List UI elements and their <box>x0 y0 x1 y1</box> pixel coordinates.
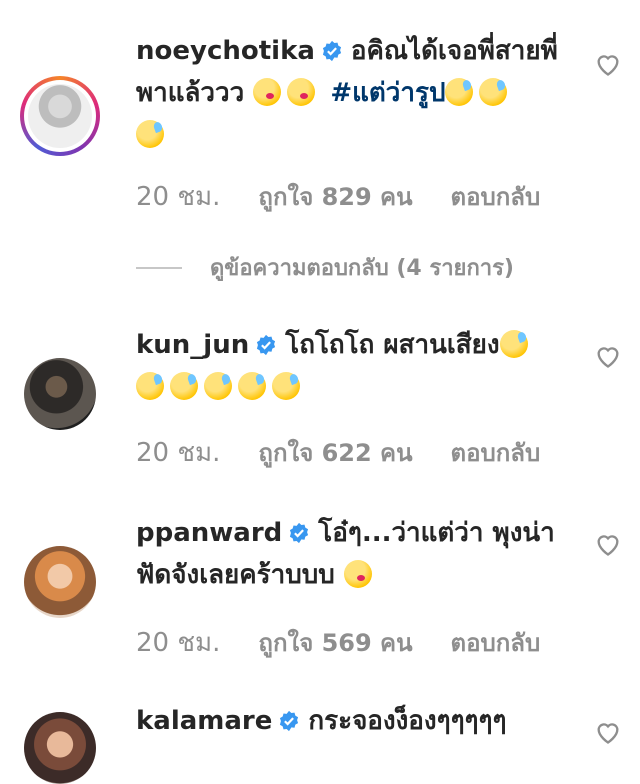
heart-outline-icon[interactable] <box>594 718 622 746</box>
heart-outline-icon[interactable] <box>594 50 622 78</box>
reply-button[interactable]: ตอบกลับ <box>451 439 541 467</box>
username-link[interactable]: kun_jun <box>136 330 249 360</box>
grinning-sweat-emoji <box>479 78 508 106</box>
comment-meta: 20 ชม. ถูกใจ 829 คน ตอบกลับ <box>136 176 578 217</box>
heart-outline-icon[interactable] <box>594 342 622 370</box>
timestamp[interactable]: 20 ชม. <box>136 438 220 468</box>
comment-body: noeychotika อคิณได้เจอพี่สายพี่พาแล้ววว #… <box>136 30 576 156</box>
timestamp[interactable]: 20 ชม. <box>136 628 220 658</box>
face-blowing-kiss-emoji <box>343 560 372 588</box>
divider-line <box>136 266 182 269</box>
view-replies-label: ดูข้อความตอบกลับ (4 รายการ) <box>210 256 514 281</box>
comment-body: kun_jun โถโถโถ ผสานเสียง <box>136 324 576 408</box>
avatar[interactable] <box>24 358 96 430</box>
comment-meta: 20 ชม. ถูกใจ 569 คน ตอบกลับ <box>136 622 578 663</box>
likes-count-button[interactable]: ถูกใจ 622 คน <box>258 439 412 467</box>
username-link[interactable]: kalamare <box>136 706 272 736</box>
grinning-sweat-emoji <box>445 78 474 106</box>
likes-count-button[interactable]: ถูกใจ 569 คน <box>258 629 412 657</box>
likes-count-button[interactable]: ถูกใจ 829 คน <box>258 183 412 211</box>
reply-button[interactable]: ตอบกลับ <box>451 629 541 657</box>
timestamp[interactable]: 20 ชม. <box>136 182 220 212</box>
comment-body: kalamare กระจองง็องๆๆๆๆๆ <box>136 700 576 742</box>
grinning-sweat-emoji <box>499 330 528 358</box>
verified-badge-icon <box>322 40 341 62</box>
grinning-sweat-emoji <box>170 372 198 400</box>
comment-text: โถโถโถ ผสานเสียง <box>285 330 500 360</box>
comment-body: ppanward โอ๋ๆ...ว่าแต่ว่า พุงน่าฟัดจังเลย… <box>136 512 576 596</box>
username-link[interactable]: noeychotika <box>136 36 315 66</box>
reply-button[interactable]: ตอบกลับ <box>451 183 541 211</box>
comment-text: กระจองง็องๆๆๆๆๆ <box>308 706 507 736</box>
hashtag-link[interactable]: #แต่ว่ารูป <box>330 78 445 108</box>
grinning-sweat-emoji <box>272 372 300 400</box>
face-blowing-kiss-emoji <box>253 78 282 106</box>
verified-badge-icon <box>290 522 309 544</box>
avatar[interactable] <box>24 712 96 784</box>
view-replies-button[interactable]: ดูข้อความตอบกลับ (4 รายการ) <box>136 250 514 285</box>
verified-badge-icon <box>280 710 299 732</box>
username-link[interactable]: ppanward <box>136 518 282 548</box>
face-blowing-kiss-emoji <box>287 78 316 106</box>
comment-meta: 20 ชม. ถูกใจ 622 คน ตอบกลับ <box>136 432 578 473</box>
grinning-sweat-emoji <box>204 372 232 400</box>
grinning-sweat-emoji <box>136 372 164 400</box>
avatar[interactable] <box>24 546 96 618</box>
grinning-sweat-emoji <box>136 120 164 148</box>
grinning-sweat-emoji <box>238 372 266 400</box>
avatar[interactable] <box>20 76 100 156</box>
heart-outline-icon[interactable] <box>594 530 622 558</box>
verified-badge-icon <box>257 334 276 356</box>
